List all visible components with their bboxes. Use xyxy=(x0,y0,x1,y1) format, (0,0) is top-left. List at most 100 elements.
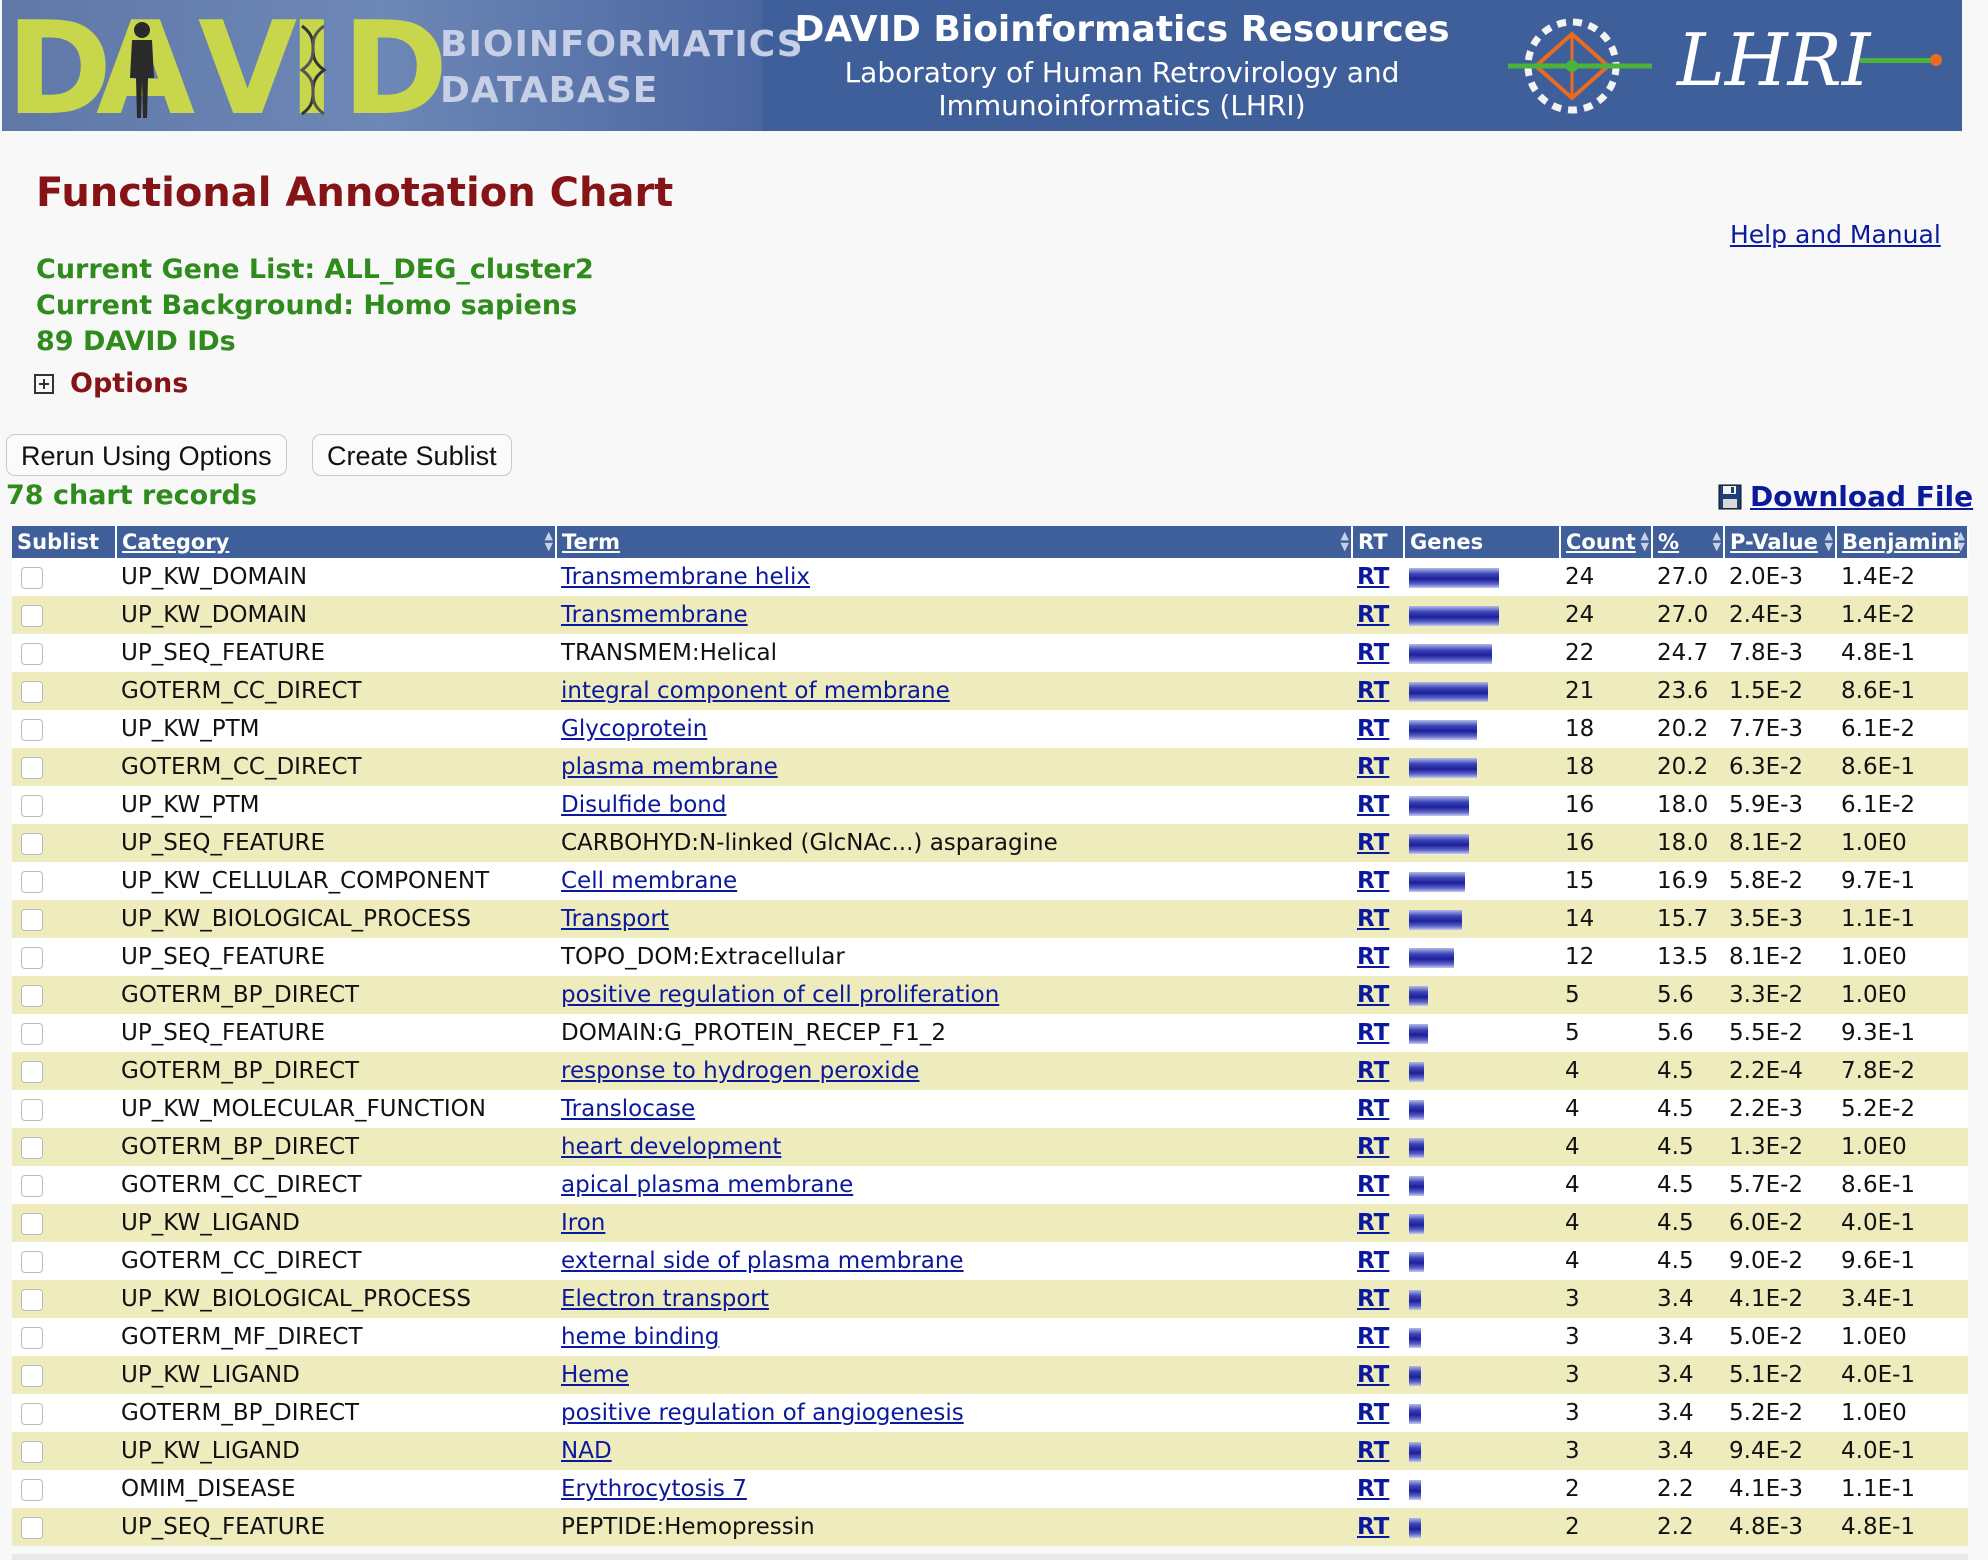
sublist-checkbox[interactable] xyxy=(21,908,43,931)
rt-link[interactable]: RT xyxy=(1357,564,1389,590)
term-link[interactable]: heart development xyxy=(561,1134,781,1160)
term-link[interactable]: apical plasma membrane xyxy=(561,1172,853,1198)
rt-link[interactable]: RT xyxy=(1357,1476,1389,1502)
rt-link[interactable]: RT xyxy=(1357,1020,1389,1046)
rt-link[interactable]: RT xyxy=(1357,1514,1389,1540)
term-link[interactable]: external side of plasma membrane xyxy=(561,1248,964,1274)
genes-bar[interactable] xyxy=(1409,833,1469,854)
sublist-checkbox[interactable] xyxy=(21,984,43,1007)
genes-bar[interactable] xyxy=(1409,1289,1421,1310)
sublist-checkbox[interactable] xyxy=(21,1060,43,1083)
sublist-checkbox[interactable] xyxy=(21,1022,43,1045)
genes-bar[interactable] xyxy=(1409,871,1465,892)
rt-link[interactable]: RT xyxy=(1357,1210,1389,1236)
rt-link[interactable]: RT xyxy=(1357,1400,1389,1426)
sublist-checkbox[interactable] xyxy=(21,1440,43,1463)
floppy-disk-icon[interactable] xyxy=(1718,484,1742,510)
term-link[interactable]: Disulfide bond xyxy=(561,792,726,818)
header-pvalue[interactable]: P-Value ▲ ▼ xyxy=(1724,526,1837,558)
rt-link[interactable]: RT xyxy=(1357,1438,1389,1464)
header-category[interactable]: Category ▲ ▼ xyxy=(116,526,557,558)
sublist-checkbox[interactable] xyxy=(21,1364,43,1387)
sort-arrows-icon[interactable]: ▲ ▼ xyxy=(545,530,553,552)
header-benjamini-label[interactable]: Benjamini xyxy=(1842,530,1960,554)
rt-link[interactable]: RT xyxy=(1357,1362,1389,1388)
term-link[interactable]: NAD xyxy=(561,1438,612,1464)
term-link[interactable]: positive regulation of angiogenesis xyxy=(561,1400,964,1426)
header-percent[interactable]: % ▲ ▼ xyxy=(1652,526,1725,558)
rt-link[interactable]: RT xyxy=(1357,640,1389,666)
sublist-checkbox[interactable] xyxy=(21,1402,43,1425)
rt-link[interactable]: RT xyxy=(1357,868,1389,894)
sublist-checkbox[interactable] xyxy=(21,1250,43,1273)
sublist-checkbox[interactable] xyxy=(21,1288,43,1311)
rt-link[interactable]: RT xyxy=(1357,982,1389,1008)
sort-arrows-icon[interactable]: ▲ ▼ xyxy=(1341,530,1349,552)
term-link[interactable]: positive regulation of cell proliferatio… xyxy=(561,982,999,1008)
term-link[interactable]: Translocase xyxy=(561,1096,695,1122)
genes-bar[interactable] xyxy=(1409,1327,1421,1348)
header-benjamini[interactable]: Benjamini ▲ ▼ xyxy=(1836,526,1969,558)
term-link[interactable]: Transmembrane helix xyxy=(561,564,810,590)
sublist-checkbox[interactable] xyxy=(21,1098,43,1121)
term-link[interactable]: Electron transport xyxy=(561,1286,769,1312)
sublist-checkbox[interactable] xyxy=(21,870,43,893)
genes-bar[interactable] xyxy=(1409,1251,1424,1272)
create-sublist-button[interactable]: Create Sublist xyxy=(312,434,512,476)
term-link[interactable]: Iron xyxy=(561,1210,605,1236)
sublist-checkbox[interactable] xyxy=(21,756,43,779)
genes-bar[interactable] xyxy=(1409,1061,1424,1082)
sort-arrows-icon[interactable]: ▲ ▼ xyxy=(1641,530,1649,552)
sublist-checkbox[interactable] xyxy=(21,718,43,741)
rt-link[interactable]: RT xyxy=(1357,754,1389,780)
rt-link[interactable]: RT xyxy=(1357,792,1389,818)
sublist-checkbox[interactable] xyxy=(21,1326,43,1349)
genes-bar[interactable] xyxy=(1409,985,1428,1006)
sublist-checkbox[interactable] xyxy=(21,794,43,817)
header-count[interactable]: Count ▲ ▼ xyxy=(1560,526,1653,558)
rt-link[interactable]: RT xyxy=(1357,1134,1389,1160)
genes-bar[interactable] xyxy=(1409,1175,1424,1196)
sublist-checkbox[interactable] xyxy=(21,832,43,855)
genes-bar[interactable] xyxy=(1409,1517,1421,1538)
genes-bar[interactable] xyxy=(1409,719,1477,740)
genes-bar[interactable] xyxy=(1409,643,1492,664)
genes-bar[interactable] xyxy=(1409,757,1477,778)
download-file[interactable]: Download File xyxy=(1718,480,1973,513)
header-term[interactable]: Term ▲ ▼ xyxy=(556,526,1353,558)
term-link[interactable]: plasma membrane xyxy=(561,754,778,780)
term-link[interactable]: Cell membrane xyxy=(561,868,737,894)
header-term-label[interactable]: Term xyxy=(562,530,620,554)
genes-bar[interactable] xyxy=(1409,1213,1424,1234)
help-manual-link[interactable]: Help and Manual xyxy=(1730,220,1941,249)
rt-link[interactable]: RT xyxy=(1357,716,1389,742)
genes-bar[interactable] xyxy=(1409,1441,1421,1462)
genes-bar[interactable] xyxy=(1409,1403,1421,1424)
sublist-checkbox[interactable] xyxy=(21,946,43,969)
rerun-options-button[interactable]: Rerun Using Options xyxy=(6,434,287,476)
sort-arrows-icon[interactable]: ▲ ▼ xyxy=(1957,530,1965,552)
sort-arrows-icon[interactable]: ▲ ▼ xyxy=(1713,530,1721,552)
rt-link[interactable]: RT xyxy=(1357,1324,1389,1350)
rt-link[interactable]: RT xyxy=(1357,1286,1389,1312)
sublist-checkbox[interactable] xyxy=(21,604,43,627)
sort-arrows-icon[interactable]: ▲ ▼ xyxy=(1825,530,1833,552)
term-link[interactable]: Transport xyxy=(561,906,669,932)
rt-link[interactable]: RT xyxy=(1357,1248,1389,1274)
genes-bar[interactable] xyxy=(1409,795,1469,816)
sublist-checkbox[interactable] xyxy=(21,1136,43,1159)
sublist-checkbox[interactable] xyxy=(21,1478,43,1501)
genes-bar[interactable] xyxy=(1409,947,1454,968)
term-link[interactable]: response to hydrogen peroxide xyxy=(561,1058,919,1084)
sublist-checkbox[interactable] xyxy=(21,1212,43,1235)
sublist-checkbox[interactable] xyxy=(21,1516,43,1539)
download-file-link[interactable]: Download File xyxy=(1750,480,1973,513)
genes-bar[interactable] xyxy=(1409,1137,1424,1158)
rt-link[interactable]: RT xyxy=(1357,906,1389,932)
genes-bar[interactable] xyxy=(1409,1365,1421,1386)
sublist-checkbox[interactable] xyxy=(21,642,43,665)
rt-link[interactable]: RT xyxy=(1357,1058,1389,1084)
term-link[interactable]: Glycoprotein xyxy=(561,716,707,742)
header-percent-label[interactable]: % xyxy=(1658,530,1679,554)
rt-link[interactable]: RT xyxy=(1357,944,1389,970)
